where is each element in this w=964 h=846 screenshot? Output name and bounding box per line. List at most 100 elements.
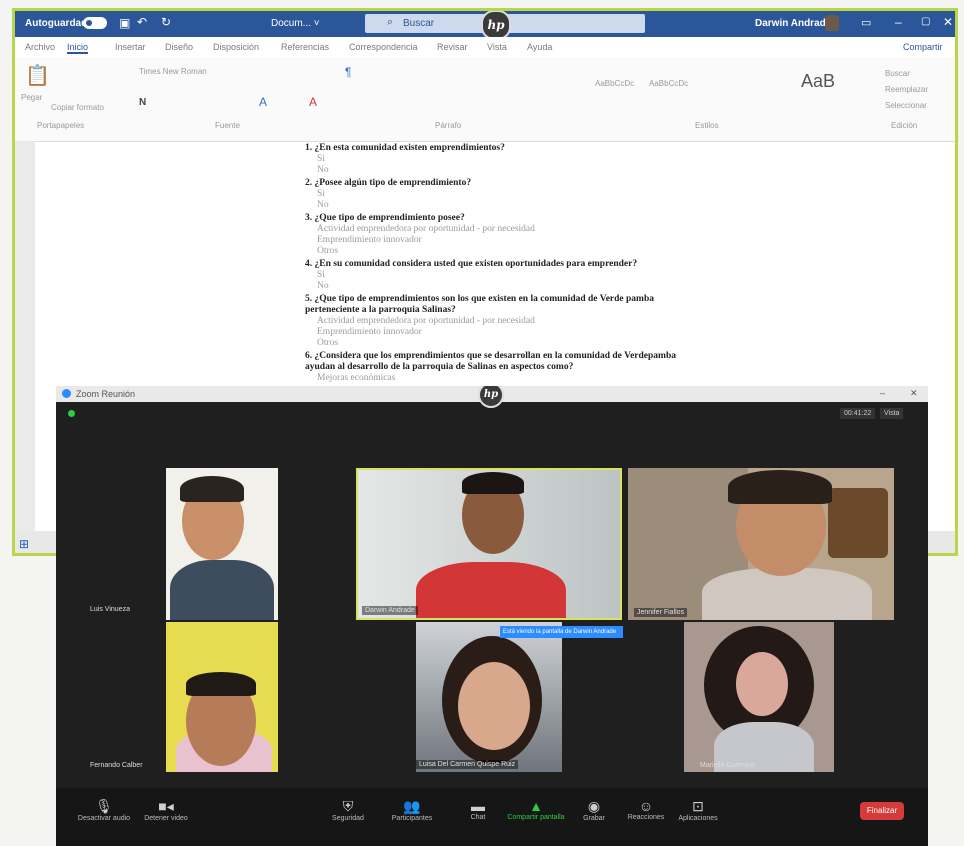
paste-icon[interactable]: 📋 [25, 63, 50, 88]
tab-correspondencia[interactable]: Correspondencia [349, 42, 418, 52]
format-painter-button[interactable]: Copiar formato [51, 103, 104, 112]
answer-option: Emprendimiento innovador [317, 327, 422, 337]
avatar[interactable] [825, 15, 839, 31]
question-text: 4. ¿En su comunidad considera usted que … [305, 259, 638, 269]
answer-option: Si [317, 154, 325, 164]
answer-option: No [317, 200, 329, 210]
clipboard-group-label: Portapapeles [37, 121, 85, 130]
tab-ayuda[interactable]: Ayuda [527, 42, 552, 52]
stop-video-button[interactable]: ■◂ Detener video [136, 798, 196, 822]
zoom-window-title: Zoom Reunión [76, 389, 136, 399]
redo-icon[interactable]: ↻ [161, 15, 171, 29]
question-text: 1. ¿En esta comunidad existen emprendimi… [305, 143, 505, 153]
tab-archivo[interactable]: Archivo [25, 42, 55, 52]
autosave-toggle[interactable] [83, 17, 107, 29]
tab-diseno[interactable]: Diseño [165, 42, 193, 52]
reactions-button[interactable]: ☺ Reacciones [616, 798, 676, 821]
hp-logo: hp [478, 386, 504, 408]
answer-option: Otros [317, 246, 339, 256]
highlight-icon[interactable]: A [259, 95, 267, 109]
meeting-timer: 00:41:22 [840, 408, 876, 419]
reactions-icon: ☺ [638, 798, 654, 814]
zoom-minimize-icon[interactable]: – [880, 388, 885, 398]
encryption-shield-icon[interactable] [68, 410, 75, 417]
zoom-toolbar: 🎙 Desactivar audio ■◂ Detener video ⛨ Segur… [56, 788, 928, 846]
windows-start-icon[interactable]: ⊞ [19, 537, 29, 551]
participant-name: Marielle Guerrero [700, 762, 755, 769]
tab-insertar[interactable]: Insertar [115, 42, 146, 52]
video-camera-icon: ■◂ [158, 798, 174, 814]
mute-button[interactable]: 🎙 Desactivar audio [74, 798, 134, 822]
tab-vista[interactable]: Vista [487, 42, 507, 52]
chat-button[interactable]: ▬ Chat [448, 798, 508, 821]
tab-revisar[interactable]: Revisar [437, 42, 468, 52]
question-text: 6. ¿Considera que los emprendimientos qu… [305, 351, 676, 372]
share-button[interactable]: Compartir [903, 42, 943, 52]
participants-button[interactable]: 👥 Participantes [382, 798, 442, 822]
ribbon: 📋 Pegar Copiar formato Times New Roman N… [15, 57, 955, 142]
record-label: Grabar [583, 815, 605, 822]
font-color-icon[interactable]: A [309, 95, 317, 109]
tab-disposicion[interactable]: Disposición [213, 42, 259, 52]
font-group-label: Fuente [215, 121, 240, 130]
save-icon[interactable]: ▣ [119, 16, 130, 30]
answer-option: Otros [317, 338, 339, 348]
search-placeholder: Buscar [403, 18, 435, 29]
participant-tile[interactable]: Jennifer Fiallos [628, 468, 894, 620]
font-name-select[interactable]: Times New Roman [139, 67, 207, 76]
close-icon[interactable]: ✕ [943, 15, 953, 29]
paste-label[interactable]: Pegar [21, 93, 42, 102]
find-button[interactable]: Buscar [885, 69, 910, 78]
participant-name: Luis Vinueza [90, 606, 130, 613]
search-icon: ⌕ [387, 16, 394, 28]
tab-inicio[interactable]: Inicio [67, 42, 89, 54]
tab-referencias[interactable]: Referencias [281, 42, 329, 52]
style-heading[interactable]: AaB [801, 71, 835, 92]
participants-icon: 👥 [403, 798, 421, 814]
zoom-logo-icon [62, 389, 71, 398]
question-text: 5. ¿Que tipo de emprendimientos son los … [305, 294, 654, 315]
user-name[interactable]: Darwin Andrade [755, 18, 831, 29]
document-body[interactable]: 1. ¿En esta comunidad existen emprendimi… [305, 141, 705, 384]
share-screen-button[interactable]: ▲ Compartir pantalla [506, 798, 566, 821]
paragraph-icon[interactable]: ¶ [345, 65, 351, 79]
view-button[interactable]: Vista [880, 408, 904, 419]
participant-name: Darwin Andrade [362, 606, 418, 615]
zoom-close-icon[interactable]: ✕ [910, 388, 918, 399]
security-label: Seguridad [332, 815, 364, 822]
share-screen-label: Compartir pantalla [507, 814, 565, 821]
chat-label: Chat [470, 814, 486, 821]
participant-tile[interactable] [166, 468, 278, 620]
answer-option: Mejoras económicas [317, 373, 396, 383]
screen-share-banner[interactable]: Está viendo la pantalla de Darwin Andrad… [500, 626, 623, 638]
style-no-spacing[interactable]: AaBbCcDc [649, 79, 688, 88]
record-button[interactable]: ◉ Grabar [564, 798, 624, 822]
participants-label: Participantes [391, 815, 433, 822]
security-button[interactable]: ⛨ Seguridad [318, 798, 378, 822]
word-left-margin [15, 141, 35, 553]
style-normal[interactable]: AaBbCcDc [595, 79, 634, 88]
select-button[interactable]: Seleccionar [885, 101, 927, 110]
answer-option: Actividad emprendedora por oportunidad -… [317, 316, 535, 326]
document-filename[interactable]: Docum... ˅ [271, 18, 320, 29]
answer-option: Si [317, 270, 325, 280]
mute-label: Desactivar audio [77, 815, 131, 822]
participant-tile[interactable]: Luisa Del Carmen Quispe Ruiz [416, 622, 562, 772]
shield-icon: ⛨ [342, 798, 354, 814]
zoom-window: Zoom Reunión hp – ✕ 00:41:22 Vista Luis … [56, 386, 928, 846]
ribbon-options-icon[interactable]: ▭ [861, 16, 871, 29]
participant-tile-active-speaker[interactable]: Darwin Andrade [356, 468, 622, 620]
undo-icon[interactable]: ↶ [137, 15, 147, 29]
participant-name: Fernando Calber [90, 762, 143, 769]
reactions-label: Reacciones [627, 814, 665, 821]
end-meeting-button[interactable]: Finalizar [860, 802, 904, 820]
participant-tile[interactable] [166, 622, 278, 772]
question-text: 3. ¿Que tipo de emprendimiento posee? [305, 213, 465, 223]
replace-button[interactable]: Reemplazar [885, 85, 928, 94]
participant-tile[interactable] [684, 622, 834, 772]
apps-button[interactable]: ⊡ Aplicaciones [668, 798, 728, 822]
hp-logo: hp [481, 11, 511, 40]
maximize-icon[interactable]: ▢ [921, 16, 930, 27]
bold-button[interactable]: N [139, 97, 146, 108]
minimize-icon[interactable]: – [895, 15, 902, 29]
